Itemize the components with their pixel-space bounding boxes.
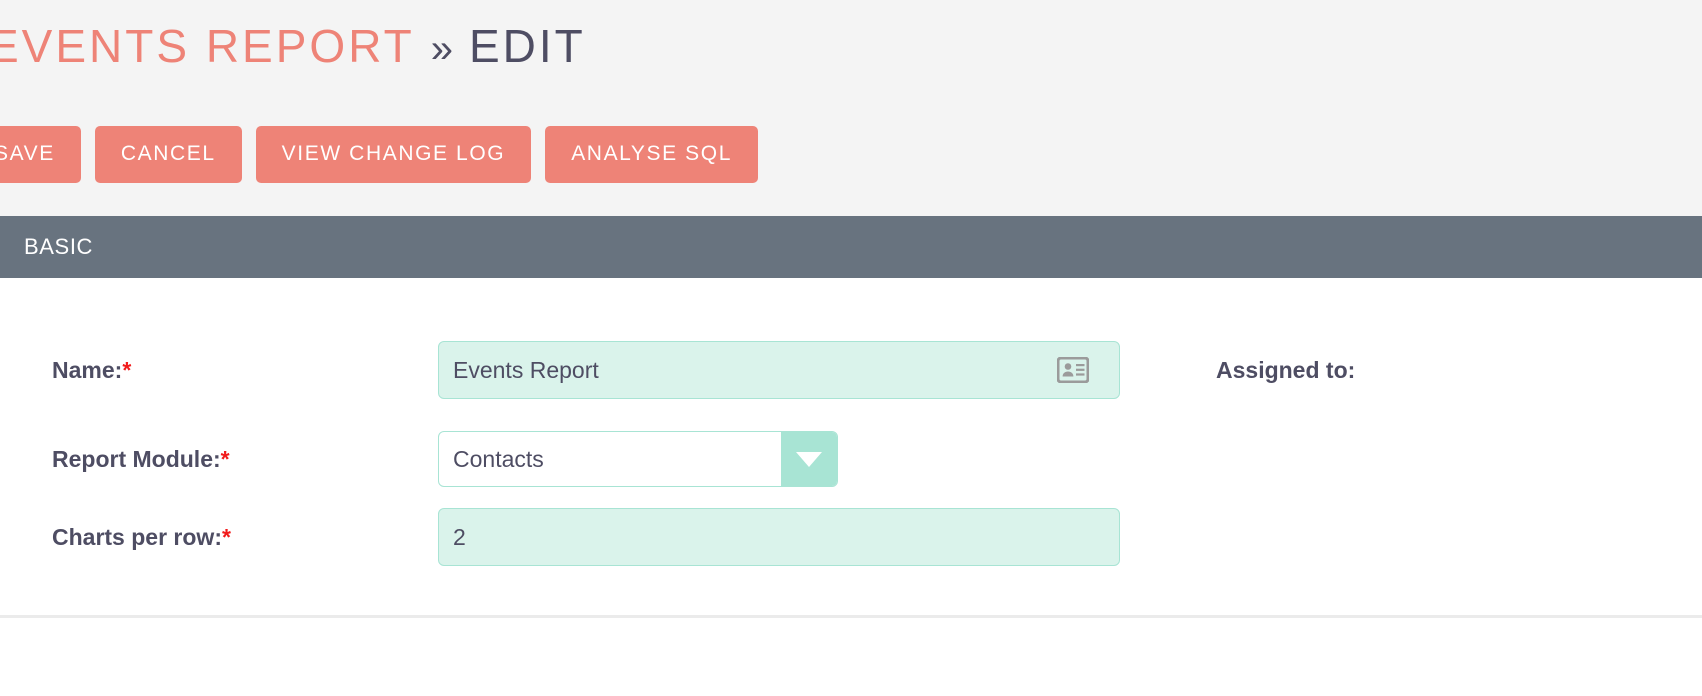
name-required-marker: * (122, 357, 131, 383)
name-field-cell: Events Report (438, 341, 1178, 399)
breadcrumb: EVENTS REPORT » EDIT (0, 19, 586, 73)
report-module-label-cell: Report Module:* (0, 446, 438, 473)
charts-per-row-required-marker: * (222, 524, 231, 550)
charts-per-row-label-cell: Charts per row:* (0, 524, 438, 551)
section-header-basic: BASIC (0, 216, 1702, 278)
name-input[interactable]: Events Report (438, 341, 1120, 399)
page-title: EDIT (469, 19, 586, 73)
cancel-button[interactable]: CANCEL (95, 126, 242, 183)
assigned-to-cell: Assigned to: (1178, 357, 1355, 384)
report-module-label: Report Module: (52, 446, 221, 472)
view-change-log-button[interactable]: VIEW CHANGE LOG (256, 126, 532, 183)
report-module-required-marker: * (221, 446, 230, 472)
assigned-to-label: Assigned to: (1216, 357, 1355, 383)
name-input-value: Events Report (453, 357, 1057, 384)
save-button[interactable]: SAVE (0, 126, 81, 183)
section-title: BASIC (24, 234, 93, 260)
breadcrumb-parent[interactable]: EVENTS REPORT (0, 19, 415, 73)
name-label-cell: Name:* (0, 357, 438, 384)
report-module-selected-value: Contacts (439, 432, 781, 486)
report-module-field-cell: Contacts (438, 431, 1178, 487)
caret-shape (796, 452, 822, 467)
analyse-sql-button[interactable]: ANALYSE SQL (545, 126, 758, 183)
form-basic: Name:* Events Report Assigned to (0, 278, 1702, 618)
breadcrumb-separator-icon: » (431, 27, 453, 72)
name-label: Name: (52, 357, 122, 383)
form-row-report-module: Report Module:* Contacts (0, 420, 1702, 498)
form-bottom-divider (0, 615, 1702, 618)
charts-per-row-label: Charts per row: (52, 524, 222, 550)
form-row-charts-per-row: Charts per row:* 2 (0, 498, 1702, 576)
action-toolbar: SAVE CANCEL VIEW CHANGE LOG ANALYSE SQL (0, 92, 1702, 216)
chevron-down-icon[interactable] (781, 432, 837, 486)
charts-per-row-field-cell: 2 (438, 508, 1178, 566)
contact-card-icon[interactable] (1057, 357, 1089, 383)
report-module-select[interactable]: Contacts (438, 431, 838, 487)
charts-per-row-input[interactable]: 2 (438, 508, 1120, 566)
charts-per-row-input-value: 2 (453, 524, 1105, 551)
form-row-name: Name:* Events Report Assigned to (0, 320, 1702, 420)
page-header: EVENTS REPORT » EDIT (0, 0, 1702, 92)
